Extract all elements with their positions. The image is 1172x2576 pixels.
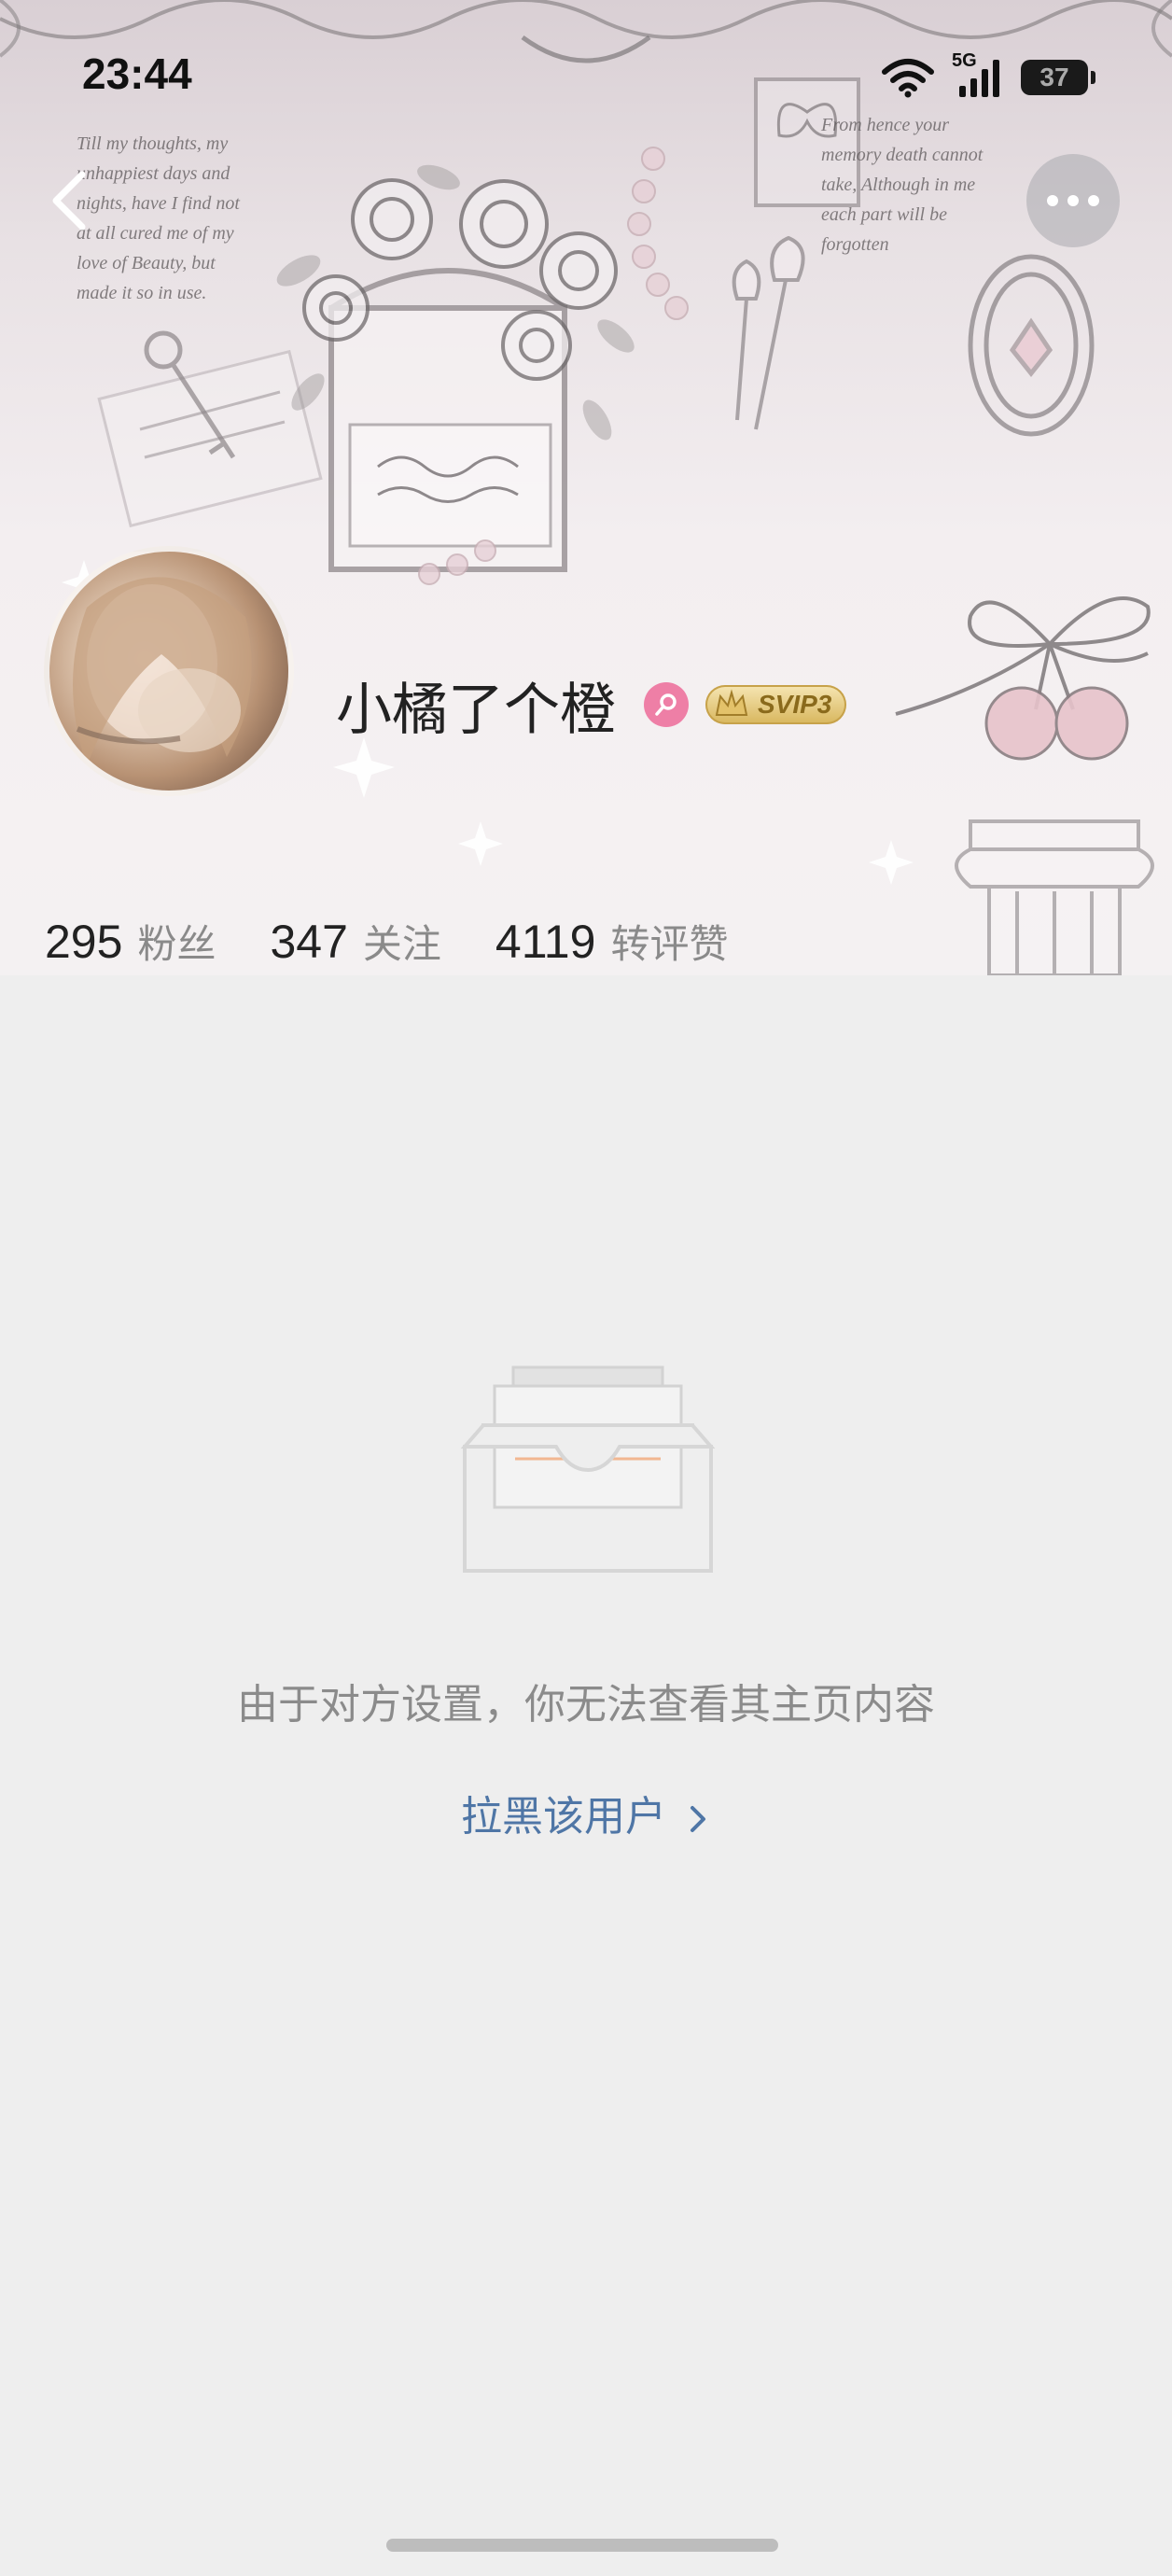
block-user-label: 拉黑该用户 [461, 1793, 666, 1841]
profile-stats: 295 粉丝 347 关注 4119 转评赞 [45, 913, 782, 970]
cover-poem-right-line: each part will be [821, 204, 947, 225]
followers-stat[interactable]: 295 粉丝 [45, 913, 216, 970]
battery-level: 37 [1039, 63, 1069, 91]
followers-label: 粉丝 [137, 921, 216, 967]
cover-poem-left-line: love of Beauty, but [77, 253, 216, 273]
following-count: 347 [270, 916, 348, 968]
female-icon [644, 682, 689, 727]
avatar[interactable] [44, 546, 294, 796]
username-row: 小橘了个橙 SVIP3 [336, 667, 847, 743]
wifi-icon [882, 59, 934, 98]
interactions-label: 转评赞 [610, 921, 729, 967]
svip-label: SVIP3 [758, 690, 832, 719]
block-user-link[interactable]: 拉黑该用户 [0, 1783, 1172, 1842]
status-time: 23:44 [82, 49, 192, 98]
chevron-right-icon [691, 1806, 705, 1832]
followers-count: 295 [45, 916, 123, 968]
chevron-left-icon [52, 171, 86, 231]
cover-poem-right-line: forgotten [821, 234, 889, 255]
empty-state-message: 由于对方设置，你无法查看其主页内容 [237, 1681, 935, 1729]
more-dot [1067, 195, 1079, 206]
cover-poem-right-line: take, Although in me [821, 175, 975, 195]
following-label: 关注 [362, 921, 441, 967]
interactions-stat[interactable]: 4119 转评赞 [495, 913, 729, 970]
battery-icon: 37 [1021, 60, 1095, 95]
empty-inbox-icon [460, 1365, 716, 1573]
status-bar: 23:44 5G 37 [0, 0, 1172, 159]
home-indicator[interactable] [386, 2539, 778, 2552]
status-icons: 5G 37 [881, 50, 1095, 99]
back-button[interactable] [37, 163, 103, 238]
profile-cover: Till my thoughts, my unhappiest days and n… [0, 0, 1172, 975]
following-stat[interactable]: 347 关注 [270, 913, 440, 970]
svip-badge[interactable]: SVIP3 [705, 685, 847, 724]
avatar-image [73, 577, 252, 766]
username: 小橘了个橙 [336, 677, 616, 743]
cover-poem-left-line: made it so in use. [77, 283, 206, 303]
more-dot [1088, 195, 1099, 206]
more-horizontal-icon [1047, 195, 1058, 206]
cellular-signal-icon: 5G [952, 50, 1004, 99]
interactions-count: 4119 [495, 916, 596, 968]
more-options-button[interactable] [1026, 154, 1120, 247]
crown-icon [715, 689, 748, 716]
